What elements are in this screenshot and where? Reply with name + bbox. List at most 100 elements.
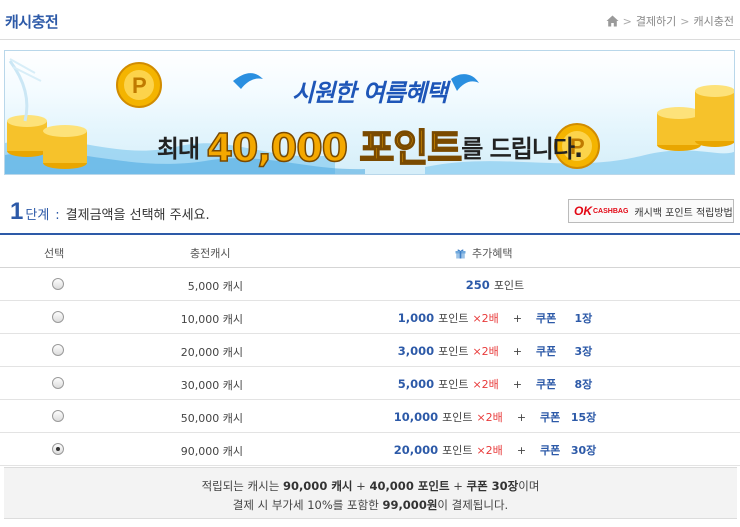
cash-amount: 90,000 캐시	[180, 445, 243, 458]
col-header-bonus-label: 추가혜택	[472, 247, 513, 260]
summary-plus: +	[453, 479, 463, 493]
amount-radio[interactable]	[52, 344, 64, 356]
table-row[interactable]: 5,000 캐시 250 포인트	[0, 268, 740, 301]
cash-amount: 10,000 캐시	[180, 313, 243, 326]
banner-sub-suffix: 를 드립니다.	[461, 135, 583, 163]
amount-radio[interactable]	[52, 377, 64, 389]
col-header-cash: 충전캐시	[190, 247, 231, 260]
coupon-count: 8장	[574, 378, 593, 391]
table-row[interactable]: 90,000 캐시 20,000 포인트 ×2배 + 쿠폰 30장	[0, 433, 740, 466]
coupon-count: 1장	[574, 312, 593, 325]
plus-sign: +	[512, 312, 523, 325]
bonus-unit: 포인트	[438, 312, 469, 325]
bonus-cell: 3,000 포인트 ×2배 + 쿠폰 3장	[320, 343, 670, 359]
payment-summary: 적립되는 캐시는 90,000 캐시 + 40,000 포인트 + 쿠폰 30장…	[4, 467, 737, 519]
coupon-count: 15장	[570, 411, 597, 424]
bonus-points: 5,000	[397, 377, 435, 391]
coupon-label: 쿠폰	[536, 312, 557, 325]
okcashbag-logo: OK CASHBAG	[574, 204, 628, 218]
cash-amount: 30,000 캐시	[180, 379, 243, 392]
summary-text: 이 결제됩니다.	[437, 498, 509, 512]
summary-points: 40,000 포인트	[369, 479, 450, 493]
summary-cash: 90,000 캐시	[282, 479, 353, 493]
summary-coupon: 쿠폰 30장	[466, 479, 519, 493]
table-row[interactable]: 30,000 캐시 5,000 포인트 ×2배 + 쿠폰 8장	[0, 367, 740, 400]
bonus-cell: 250 포인트	[320, 277, 670, 293]
breadcrumb: > 결제하기 > 캐시충전	[606, 13, 734, 29]
coupon-label: 쿠폰	[536, 378, 557, 391]
banner-subline: 최대 40,000 포인트를 드립니다.	[5, 117, 734, 172]
cash-amount: 20,000 캐시	[180, 346, 243, 359]
col-header-select: 선택	[44, 247, 65, 260]
bonus-unit: 포인트	[438, 345, 469, 358]
gift-icon	[455, 248, 466, 258]
banner-sub-prefix: 최대	[156, 135, 200, 163]
amount-radio[interactable]	[52, 410, 64, 422]
bonus-points: 250	[465, 278, 490, 292]
step-colon: :	[55, 208, 60, 223]
bonus-unit: 포인트	[438, 378, 469, 391]
coupon-label: 쿠폰	[536, 345, 557, 358]
cash-amount: 50,000 캐시	[180, 412, 243, 425]
chevron-right-icon: >	[680, 14, 690, 28]
bonus-points: 3,000	[397, 344, 435, 358]
okcashbag-guide-label: 캐시백 포인트 적립방법	[634, 207, 733, 219]
okcashbag-logo-cashbag: CASHBAG	[593, 207, 629, 215]
table-row[interactable]: 50,000 캐시 10,000 포인트 ×2배 + 쿠폰 15장	[0, 400, 740, 433]
bonus-multiplier: ×2배	[472, 345, 499, 358]
bonus-points: 20,000	[393, 443, 439, 457]
amount-radio[interactable]	[52, 278, 64, 290]
step-number: 1	[10, 198, 24, 225]
plus-sign: +	[516, 411, 527, 424]
bonus-points: 10,000	[393, 410, 439, 424]
coupon-count: 30장	[570, 444, 597, 457]
coupon-label: 쿠폰	[540, 411, 561, 424]
page-header: 캐시충전 > 결제하기 > 캐시충전	[0, 0, 740, 40]
col-header-bonus: 추가혜택	[455, 245, 512, 261]
bonus-points: 1,000	[397, 311, 435, 325]
summary-text: 결제 시 부가세 10%를 포함한	[232, 498, 379, 512]
okcashbag-logo-ok: OK	[574, 204, 592, 218]
bonus-multiplier: ×2배	[476, 411, 503, 424]
bonus-cell: 1,000 포인트 ×2배 + 쿠폰 1장	[320, 310, 670, 326]
bonus-multiplier: ×2배	[476, 444, 503, 457]
summary-plus: +	[356, 479, 366, 493]
okcashbag-guide-button[interactable]: OK CASHBAG 캐시백 포인트 적립방법	[568, 199, 734, 223]
table-header: 선택 충전캐시 추가혜택	[0, 235, 740, 268]
plus-sign: +	[512, 378, 523, 391]
table-row[interactable]: 20,000 캐시 3,000 포인트 ×2배 + 쿠폰 3장	[0, 334, 740, 367]
bonus-unit: 포인트	[493, 279, 525, 292]
bonus-multiplier: ×2배	[472, 378, 499, 391]
bonus-cell: 10,000 포인트 ×2배 + 쿠폰 15장	[320, 409, 670, 425]
table-body: 5,000 캐시 250 포인트 10,000 캐시 1,000 포인트 ×2배 + 쿠폰 1장 2…	[0, 268, 740, 466]
cash-amount: 5,000 캐시	[187, 280, 243, 293]
charge-table: 선택 충전캐시 추가혜택 5,000 캐시 250 포인트 10,000 캐시 1,00…	[0, 233, 740, 466]
bonus-unit: 포인트	[442, 411, 473, 424]
banner-headline: 시원한 여름혜택	[292, 79, 448, 107]
amount-radio[interactable]	[52, 311, 64, 323]
home-icon[interactable]	[606, 15, 619, 27]
summary-line-2: 결제 시 부가세 10%를 포함한 99,000원이 결제됩니다.	[4, 496, 737, 515]
breadcrumb-item-current: 캐시충전	[693, 15, 734, 28]
page-title: 캐시충전	[5, 13, 59, 31]
bonus-multiplier: ×2배	[472, 312, 499, 325]
step-heading: 1 단계 : 결제금액을 선택해 주세요.	[10, 198, 210, 226]
summary-text: 적립되는 캐시는	[201, 479, 280, 493]
summary-line-1: 적립되는 캐시는 90,000 캐시 + 40,000 포인트 + 쿠폰 30장…	[4, 477, 737, 496]
promo-banner: P P 시원한 여름혜택 최대 40,000 포인트를 드립니다.	[4, 50, 735, 175]
summary-text: 이며	[518, 479, 540, 493]
coupon-label: 쿠폰	[540, 444, 561, 457]
bonus-unit: 포인트	[442, 444, 473, 457]
bonus-cell: 20,000 포인트 ×2배 + 쿠폰 30장	[320, 442, 670, 458]
table-row[interactable]: 10,000 캐시 1,000 포인트 ×2배 + 쿠폰 1장	[0, 301, 740, 334]
banner-amount: 40,000 포인트	[206, 125, 463, 171]
step-label: 단계	[25, 208, 50, 223]
bonus-cell: 5,000 포인트 ×2배 + 쿠폰 8장	[320, 376, 670, 392]
step-instruction: 결제금액을 선택해 주세요.	[65, 208, 210, 223]
chevron-right-icon: >	[622, 14, 632, 28]
plus-sign: +	[516, 444, 527, 457]
breadcrumb-item-payment[interactable]: 결제하기	[636, 13, 676, 29]
plus-sign: +	[512, 345, 523, 358]
amount-radio[interactable]	[52, 443, 64, 455]
summary-total: 99,000원	[382, 498, 438, 512]
